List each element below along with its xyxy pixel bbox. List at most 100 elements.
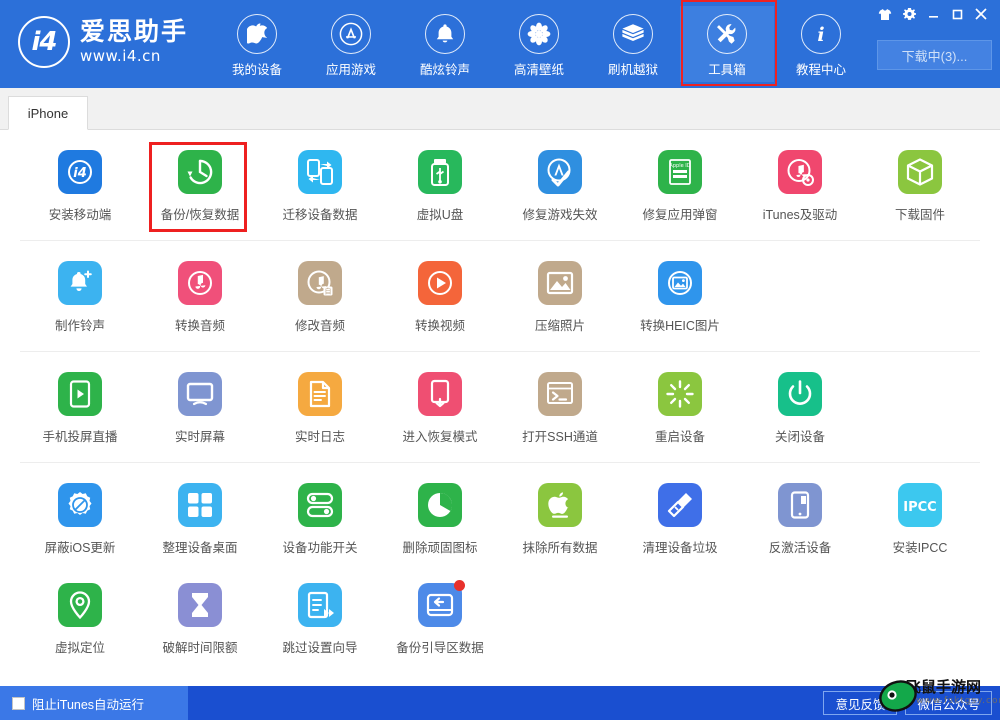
i4-app-icon: i4 xyxy=(58,150,102,194)
screen-cast-icon xyxy=(58,372,102,416)
svg-text:自: 自 xyxy=(325,287,332,296)
feedback-button[interactable]: 意见反馈 xyxy=(823,691,898,715)
tool-virtual-location[interactable]: 虚拟定位 xyxy=(20,571,140,671)
live-screen-icon xyxy=(178,372,222,416)
block-itunes-label: 阻止iTunes自动运行 xyxy=(32,697,145,712)
tool-usb-drive[interactable]: 虚拟U盘 xyxy=(380,138,500,238)
feedback-label: 意见反馈 xyxy=(835,697,886,712)
tool-label: 压缩照片 xyxy=(534,319,585,333)
tool-edit-audio[interactable]: 自修改音频 xyxy=(260,249,380,349)
tool-convert-video[interactable]: 转换视频 xyxy=(380,249,500,349)
flash-box-icon xyxy=(613,14,654,54)
tool-screen-cast[interactable]: 手机投屏直播 xyxy=(20,360,140,460)
tool-skip-setup[interactable]: 跳过设置向导 xyxy=(260,571,380,671)
close-icon[interactable] xyxy=(970,4,992,24)
tool-clean-junk[interactable]: 清理设备垃圾 xyxy=(620,471,740,571)
tool-row: 手机投屏直播 实时屏幕 实时日志 进入恢复模式 打开SSH通道 重启设备 关闭设备 xyxy=(20,360,980,460)
download-status-button[interactable]: 下载中(3)... xyxy=(877,40,992,70)
tool-i4-app[interactable]: i4 安装移动端 xyxy=(20,138,140,238)
tool-group-media: 制作铃声 转换音频自修改音频 转换视频 压缩照片 转换HEIC图片 xyxy=(20,241,980,352)
i4-logo-icon: i4 xyxy=(18,16,70,68)
tool-label: 反激活设备 xyxy=(768,541,832,555)
status-actions: 意见反馈 微信公众号 xyxy=(823,691,992,715)
restart-device-icon xyxy=(658,372,702,416)
tool-migrate-data[interactable]: 迁移设备数据 xyxy=(260,138,380,238)
tool-label: 屏蔽iOS更新 xyxy=(44,541,116,555)
tool-ipcc[interactable]: IPCC 安装IPCC xyxy=(860,471,980,571)
tool-ssh-terminal[interactable]: 打开SSH通道 xyxy=(500,360,620,460)
maximize-icon[interactable] xyxy=(946,4,968,24)
wechat-button[interactable]: 微信公众号 xyxy=(905,691,992,715)
erase-all-icon xyxy=(538,483,582,527)
tool-label: 修改音频 xyxy=(294,319,345,333)
tool-fix-game[interactable]: 修复游戏失效 xyxy=(500,138,620,238)
tool-live-log[interactable]: 实时日志 xyxy=(260,360,380,460)
tool-backup-boot[interactable]: 备份引导区数据 xyxy=(380,571,500,671)
bell-icon xyxy=(425,14,466,54)
block-itunes-row: 阻止iTunes自动运行 xyxy=(0,686,188,720)
tool-label: 虚拟U盘 xyxy=(416,208,464,222)
window-controls xyxy=(874,4,992,24)
tool-label: 抹除所有数据 xyxy=(522,541,598,555)
skip-setup-icon xyxy=(298,583,342,627)
brand-text: 爱思助手 www.i4.cn xyxy=(80,20,188,64)
nav-item-tools[interactable]: 工具箱 xyxy=(680,0,778,86)
tool-recovery-mode[interactable]: 进入恢复模式 xyxy=(380,360,500,460)
tab-iphone-label: iPhone xyxy=(27,105,69,121)
tool-itunes-driver[interactable]: iTunes及驱动 xyxy=(740,138,860,238)
logo-text: i4 xyxy=(31,27,57,57)
tool-toggle-switch[interactable]: 设备功能开关 xyxy=(260,471,380,571)
tool-label: 手机投屏直播 xyxy=(42,430,118,444)
tool-remove-icon[interactable]: 删除顽固图标 xyxy=(380,471,500,571)
nav-item-flash-box[interactable]: 刷机越狱 xyxy=(586,6,680,82)
tool-organize-home[interactable]: 整理设备桌面 xyxy=(140,471,260,571)
tab-iphone[interactable]: iPhone xyxy=(8,96,88,130)
brand-name: 爱思助手 xyxy=(80,18,189,46)
skin-icon[interactable] xyxy=(874,4,896,24)
tools-icon xyxy=(707,14,748,54)
nav-item-flower[interactable]: 高清壁纸 xyxy=(492,6,586,82)
nav-item-appstore[interactable]: 应用游戏 xyxy=(304,6,398,82)
compress-photo-icon xyxy=(538,261,582,305)
nav-item-bell[interactable]: 酷炫铃声 xyxy=(398,6,492,82)
tool-convert-heic[interactable]: 转换HEIC图片 xyxy=(620,249,740,349)
tool-label: 设备功能开关 xyxy=(282,541,358,555)
convert-audio-icon xyxy=(178,261,222,305)
tool-power-off[interactable]: 关闭设备 xyxy=(740,360,860,460)
itunes-driver-icon xyxy=(778,150,822,194)
tool-label: 跳过设置向导 xyxy=(282,641,358,655)
tool-label: 备份/恢复数据 xyxy=(160,208,240,222)
tool-compress-photo[interactable]: 压缩照片 xyxy=(500,249,620,349)
tool-label: 转换音频 xyxy=(174,319,225,333)
tool-apple-id[interactable]: Apple ID 修复应用弹窗 xyxy=(620,138,740,238)
nav-item-info[interactable]: i 教程中心 xyxy=(774,6,868,82)
tool-make-ringtone[interactable]: 制作铃声 xyxy=(20,249,140,349)
nav-item-label: 高清壁纸 xyxy=(514,63,565,77)
wechat-label: 微信公众号 xyxy=(917,697,980,712)
block-itunes-checkbox[interactable] xyxy=(12,696,25,710)
convert-video-icon xyxy=(418,261,462,305)
live-log-icon xyxy=(298,372,342,416)
nav-item-apple[interactable]: 我的设备 xyxy=(210,6,304,82)
block-update-icon xyxy=(58,483,102,527)
tool-label: 实时日志 xyxy=(294,430,345,444)
minimize-icon[interactable] xyxy=(922,4,944,24)
tool-block-update[interactable]: 屏蔽iOS更新 xyxy=(20,471,140,571)
hourglass-icon xyxy=(178,583,222,627)
tool-deactivate[interactable]: 反激活设备 xyxy=(740,471,860,571)
svg-text:Apple ID: Apple ID xyxy=(669,163,690,169)
tool-hourglass[interactable]: 破解时间限额 xyxy=(140,571,260,671)
nav-item-label: 应用游戏 xyxy=(326,63,377,77)
tool-label: 修复应用弹窗 xyxy=(642,208,718,222)
settings-gear-icon[interactable] xyxy=(898,4,920,24)
tool-erase-all[interactable]: 抹除所有数据 xyxy=(500,471,620,571)
tool-live-screen[interactable]: 实时屏幕 xyxy=(140,360,260,460)
tool-backup-restore[interactable]: 备份/恢复数据 xyxy=(140,138,260,238)
tool-restart-device[interactable]: 重启设备 xyxy=(620,360,740,460)
tool-label: 安装移动端 xyxy=(48,208,112,222)
main-navigation: 我的设备 应用游戏 酷炫铃声 高清壁纸 刷机越狱 工具箱 i 教程中心 xyxy=(210,0,868,86)
flower-icon xyxy=(519,14,560,54)
tool-group-data: i4 安装移动端 备份/恢复数据 迁移设备数据 虚拟U盘 修复游戏失效 Apple ID 修复… xyxy=(20,130,980,241)
tool-convert-audio[interactable]: 转换音频 xyxy=(140,249,260,349)
tool-firmware-box[interactable]: 下载固件 xyxy=(860,138,980,238)
